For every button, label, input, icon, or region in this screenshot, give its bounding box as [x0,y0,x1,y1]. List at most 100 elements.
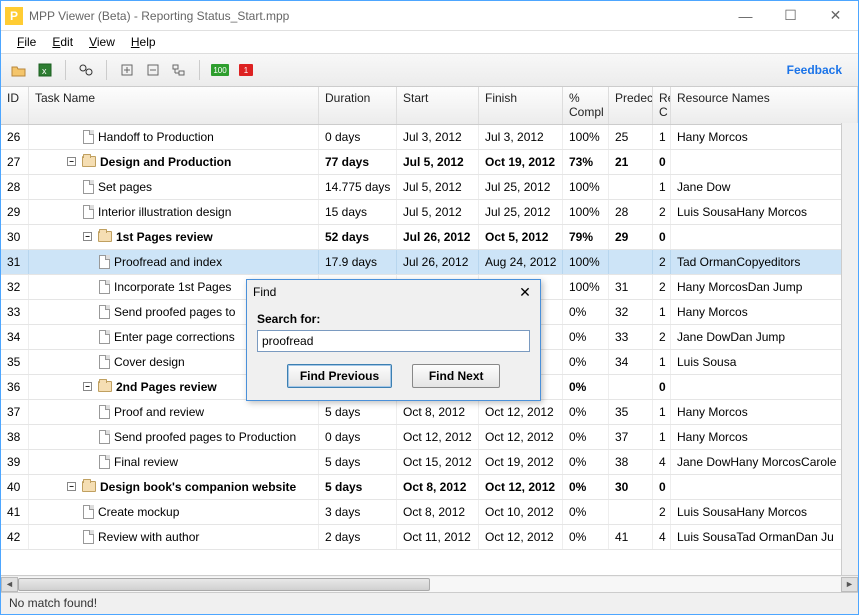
scroll-right-button[interactable]: ► [841,577,858,592]
col-header-percent-complete[interactable]: %Compl [563,87,609,124]
cell-taskname[interactable]: Set pages [29,175,319,199]
table-row[interactable]: 26Handoff to Production0 daysJul 3, 2012… [1,125,858,150]
cell-taskname[interactable]: −Design book's companion website [29,475,319,499]
close-button[interactable]: ✕ [813,1,858,31]
table-row[interactable]: 42Review with author2 daysOct 11, 2012Oc… [1,525,858,550]
table-row[interactable]: 28Set pages14.775 daysJul 5, 2012Jul 25,… [1,175,858,200]
collapse-all-icon[interactable] [143,60,163,80]
table-row[interactable]: 30−1st Pages review52 daysJul 26, 2012Oc… [1,225,858,250]
menu-file[interactable]: File [9,33,44,51]
cell-id: 28 [1,175,29,199]
cell-taskname[interactable]: −1st Pages review [29,225,319,249]
col-header-duration[interactable]: Duration [319,87,397,124]
dialog-close-icon[interactable]: ✕ [516,284,534,301]
cell-taskname[interactable]: Review with author [29,525,319,549]
menu-bar: File Edit View Help [1,31,858,53]
zoom-100-icon[interactable]: 100 [210,60,230,80]
minimize-button[interactable]: — [723,1,768,31]
scroll-left-button[interactable]: ◄ [1,577,18,592]
cell-percent: 100% [563,250,609,274]
cell-predecessors [609,250,653,274]
cell-resource-names [671,375,858,399]
collapse-icon[interactable]: − [67,157,76,166]
cell-taskname[interactable]: Interior illustration design [29,200,319,224]
cell-finish: Jul 25, 2012 [479,200,563,224]
collapse-icon[interactable]: − [67,482,76,491]
col-header-resources[interactable]: ReC [653,87,671,124]
cell-duration: 0 days [319,125,397,149]
cell-duration: 52 days [319,225,397,249]
cell-resource-names: Jane DowHany MorcosCarole [671,450,858,474]
cell-start: Oct 8, 2012 [397,475,479,499]
cell-predecessors: 34 [609,350,653,374]
table-row[interactable]: 37Proof and review5 daysOct 8, 2012Oct 1… [1,400,858,425]
dialog-title-bar[interactable]: Find ✕ [247,280,540,304]
cell-resource-names: Luis Sousa [671,350,858,374]
scroll-track[interactable] [18,577,841,592]
cell-resource-count: 2 [653,500,671,524]
cell-resource-count: 0 [653,150,671,174]
menu-help[interactable]: Help [123,33,164,51]
document-icon [99,330,110,344]
cell-taskname[interactable]: Send proofed pages to Production [29,425,319,449]
cell-taskname[interactable]: −Design and Production [29,150,319,174]
cell-resource-count: 0 [653,475,671,499]
col-header-taskname[interactable]: Task Name [29,87,319,124]
cell-predecessors: 21 [609,150,653,174]
cell-percent: 0% [563,425,609,449]
maximize-button[interactable]: ☐ [768,1,813,31]
cell-taskname[interactable]: Handoff to Production [29,125,319,149]
col-header-resource-names[interactable]: Resource Names [671,87,858,124]
cell-percent: 0% [563,500,609,524]
col-header-predecessors[interactable]: Predec [609,87,653,124]
table-row[interactable]: 39Final review5 daysOct 15, 2012Oct 19, … [1,450,858,475]
outline-icon[interactable] [169,60,189,80]
find-previous-button[interactable]: Find Previous [287,364,392,388]
cell-predecessors: 35 [609,400,653,424]
cell-predecessors [609,175,653,199]
cell-predecessors: 29 [609,225,653,249]
horizontal-scrollbar[interactable]: ◄ ► [1,575,858,592]
zoom-1-icon[interactable]: 1 [236,60,256,80]
cell-taskname[interactable]: Final review [29,450,319,474]
vertical-scrollbar[interactable] [841,123,858,575]
open-file-icon[interactable] [9,60,29,80]
task-label: Handoff to Production [98,130,214,144]
cell-id: 27 [1,150,29,174]
cell-resource-count: 2 [653,325,671,349]
table-row[interactable]: 40−Design book's companion website5 days… [1,475,858,500]
cell-taskname[interactable]: Create mockup [29,500,319,524]
collapse-icon[interactable]: − [83,232,92,241]
task-label: Enter page corrections [114,330,235,344]
cell-resource-count: 4 [653,525,671,549]
cell-start: Jul 3, 2012 [397,125,479,149]
cell-duration: 14.775 days [319,175,397,199]
task-label: Incorporate 1st Pages [114,280,231,294]
cell-resource-count: 2 [653,200,671,224]
cell-taskname[interactable]: Proof and review [29,400,319,424]
menu-edit[interactable]: Edit [44,33,81,51]
scroll-thumb[interactable] [18,578,430,591]
feedback-link[interactable]: Feedback [787,63,850,77]
cell-percent: 100% [563,125,609,149]
table-row[interactable]: 27−Design and Production77 daysJul 5, 20… [1,150,858,175]
table-row[interactable]: 38Send proofed pages to Production0 days… [1,425,858,450]
search-input[interactable] [257,330,530,352]
col-header-start[interactable]: Start [397,87,479,124]
export-excel-icon[interactable]: x [35,60,55,80]
table-row[interactable]: 31Proofread and index17.9 daysJul 26, 20… [1,250,858,275]
find-icon[interactable] [76,60,96,80]
expand-all-icon[interactable] [117,60,137,80]
find-next-button[interactable]: Find Next [412,364,500,388]
col-header-finish[interactable]: Finish [479,87,563,124]
col-header-id[interactable]: ID [1,87,29,124]
cell-resource-names [671,225,858,249]
menu-view[interactable]: View [81,33,123,51]
table-row[interactable]: 41Create mockup3 daysOct 8, 2012Oct 10, … [1,500,858,525]
table-row[interactable]: 29Interior illustration design15 daysJul… [1,200,858,225]
cell-id: 29 [1,200,29,224]
collapse-icon[interactable]: − [83,382,92,391]
cell-resource-names: Hany Morcos [671,425,858,449]
cell-percent: 0% [563,475,609,499]
cell-taskname[interactable]: Proofread and index [29,250,319,274]
